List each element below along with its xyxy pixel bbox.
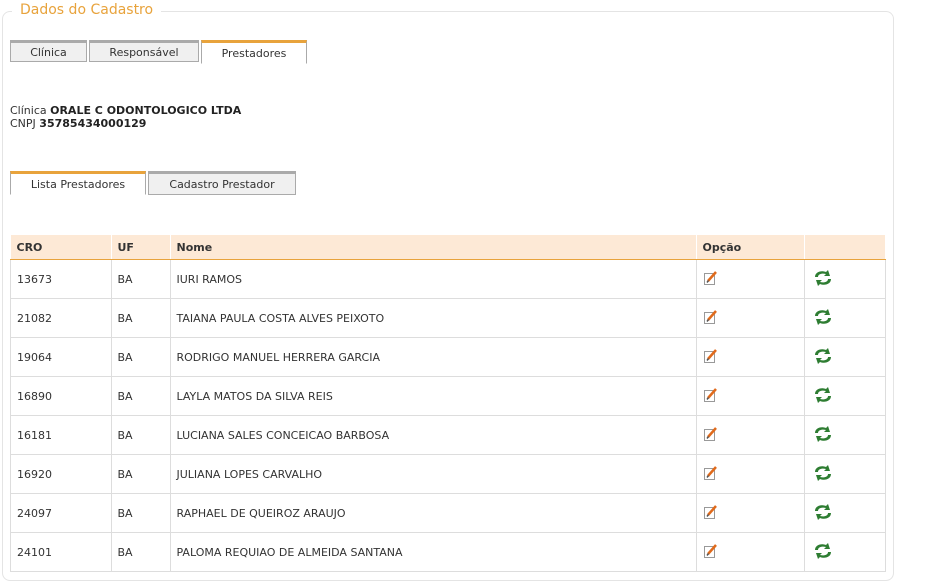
cell-action [804, 337, 886, 377]
cell-action [804, 532, 886, 572]
cell-nome: TAIANA PAULA COSTA ALVES PEIXOTO [170, 298, 697, 338]
table-row: 19064 BA RODRIGO MANUEL HERRERA GARCIA [10, 337, 886, 377]
prestadores-table: CRO UF Nome Opção 13673 BA IURI RAMOS 21082… [10, 235, 886, 572]
col-header-nome: Nome [170, 235, 697, 260]
sub-tabs: Lista Prestadores Cadastro Prestador [10, 171, 296, 195]
tab-lista-prestadores[interactable]: Lista Prestadores [10, 171, 146, 195]
top-tabs: Clínica Responsável Prestadores [10, 40, 307, 64]
cell-nome: LUCIANA SALES CONCEICAO BARBOSA [170, 415, 697, 455]
cell-opcao [696, 493, 805, 533]
cell-uf: BA [111, 259, 171, 299]
cell-action [804, 376, 886, 416]
table-row: 16920 BA JULIANA LOPES CARVALHO [10, 454, 886, 494]
swap-arrows-icon[interactable] [811, 502, 835, 525]
cnpj-label: CNPJ [10, 117, 36, 130]
cell-cro: 24097 [10, 493, 112, 533]
tab-cadastro-prestador[interactable]: Cadastro Prestador [148, 171, 296, 195]
tab-responsavel[interactable]: Responsável [89, 40, 199, 62]
table-row: 24101 BA PALOMA REQUIAO DE ALMEIDA SANTANA [10, 532, 886, 572]
cell-opcao [696, 337, 805, 377]
clinica-label: Clínica [10, 104, 47, 117]
table-row: 21082 BA TAIANA PAULA COSTA ALVES PEIXOTO [10, 298, 886, 338]
cell-uf: BA [111, 493, 171, 533]
swap-arrows-icon[interactable] [811, 307, 835, 330]
table-row: 24097 BA RAPHAEL DE QUEIROZ ARAUJO [10, 493, 886, 533]
edit-icon[interactable] [703, 543, 719, 562]
cell-action [804, 259, 886, 299]
cell-uf: BA [111, 376, 171, 416]
cell-action [804, 415, 886, 455]
cell-action [804, 454, 886, 494]
cell-cro: 21082 [10, 298, 112, 338]
cell-nome: RODRIGO MANUEL HERRERA GARCIA [170, 337, 697, 377]
clinic-info: Clínica ORALE C ODONTOLOGICO LTDA CNPJ 3… [10, 104, 241, 130]
clinica-name: ORALE C ODONTOLOGICO LTDA [50, 104, 242, 117]
edit-icon[interactable] [703, 387, 719, 406]
cell-nome: LAYLA MATOS DA SILVA REIS [170, 376, 697, 416]
cell-cro: 16181 [10, 415, 112, 455]
cell-nome: PALOMA REQUIAO DE ALMEIDA SANTANA [170, 532, 697, 572]
swap-arrows-icon[interactable] [811, 385, 835, 408]
cell-opcao [696, 532, 805, 572]
col-header-opcao: Opção [696, 235, 805, 260]
cell-nome: IURI RAMOS [170, 259, 697, 299]
cell-uf: BA [111, 532, 171, 572]
tab-clinica[interactable]: Clínica [10, 40, 87, 62]
cell-cro: 16920 [10, 454, 112, 494]
cell-uf: BA [111, 415, 171, 455]
edit-icon[interactable] [703, 309, 719, 328]
cell-nome: JULIANA LOPES CARVALHO [170, 454, 697, 494]
cell-opcao [696, 376, 805, 416]
cell-cro: 13673 [10, 259, 112, 299]
col-header-cro: CRO [10, 235, 112, 260]
section-legend: Dados do Cadastro [12, 2, 162, 18]
cell-opcao [696, 298, 805, 338]
cell-action [804, 493, 886, 533]
cell-opcao [696, 259, 805, 299]
swap-arrows-icon[interactable] [811, 268, 835, 291]
edit-icon[interactable] [703, 270, 719, 289]
cell-cro: 24101 [10, 532, 112, 572]
table-row: 13673 BA IURI RAMOS [10, 259, 886, 299]
swap-arrows-icon[interactable] [811, 424, 835, 447]
table-row: 16181 BA LUCIANA SALES CONCEICAO BARBOSA [10, 415, 886, 455]
cnpj-value: 35785434000129 [39, 117, 147, 130]
swap-arrows-icon[interactable] [811, 541, 835, 564]
edit-icon[interactable] [703, 465, 719, 484]
edit-icon[interactable] [703, 504, 719, 523]
col-header-action [804, 235, 886, 260]
edit-icon[interactable] [703, 348, 719, 367]
cell-uf: BA [111, 454, 171, 494]
cell-action [804, 298, 886, 338]
cell-cro: 16890 [10, 376, 112, 416]
cell-opcao [696, 415, 805, 455]
edit-icon[interactable] [703, 426, 719, 445]
swap-arrows-icon[interactable] [811, 346, 835, 369]
col-header-uf: UF [111, 235, 171, 260]
tab-prestadores[interactable]: Prestadores [201, 40, 307, 64]
cell-cro: 19064 [10, 337, 112, 377]
table-row: 16890 BA LAYLA MATOS DA SILVA REIS [10, 376, 886, 416]
cell-uf: BA [111, 298, 171, 338]
cell-uf: BA [111, 337, 171, 377]
swap-arrows-icon[interactable] [811, 463, 835, 486]
cell-nome: RAPHAEL DE QUEIROZ ARAUJO [170, 493, 697, 533]
cell-opcao [696, 454, 805, 494]
